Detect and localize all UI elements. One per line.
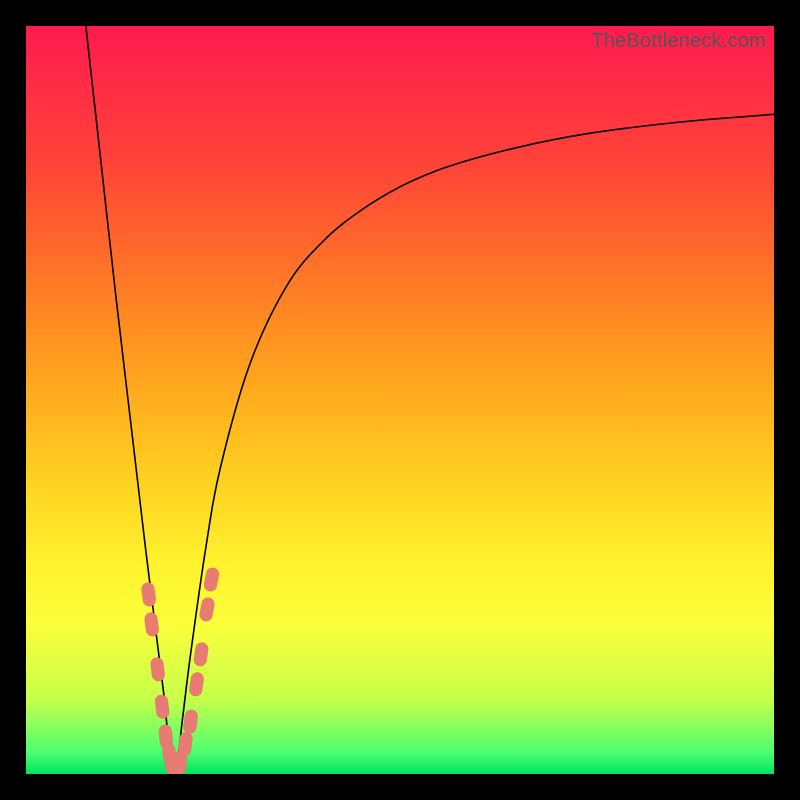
marker-point [193, 642, 209, 668]
marker-point [198, 596, 215, 622]
plot-area: TheBottleneck.com [26, 26, 774, 774]
marker-point [141, 582, 157, 607]
chart-svg [26, 26, 774, 774]
chart-frame: TheBottleneck.com [0, 0, 800, 800]
marker-point [150, 657, 166, 682]
marker-point [183, 709, 199, 734]
marker-point [144, 612, 160, 637]
marker-point [188, 671, 204, 697]
marker-point [154, 694, 170, 719]
curve-curve [86, 26, 774, 774]
marker-point [177, 731, 193, 756]
marker-point [203, 567, 220, 593]
